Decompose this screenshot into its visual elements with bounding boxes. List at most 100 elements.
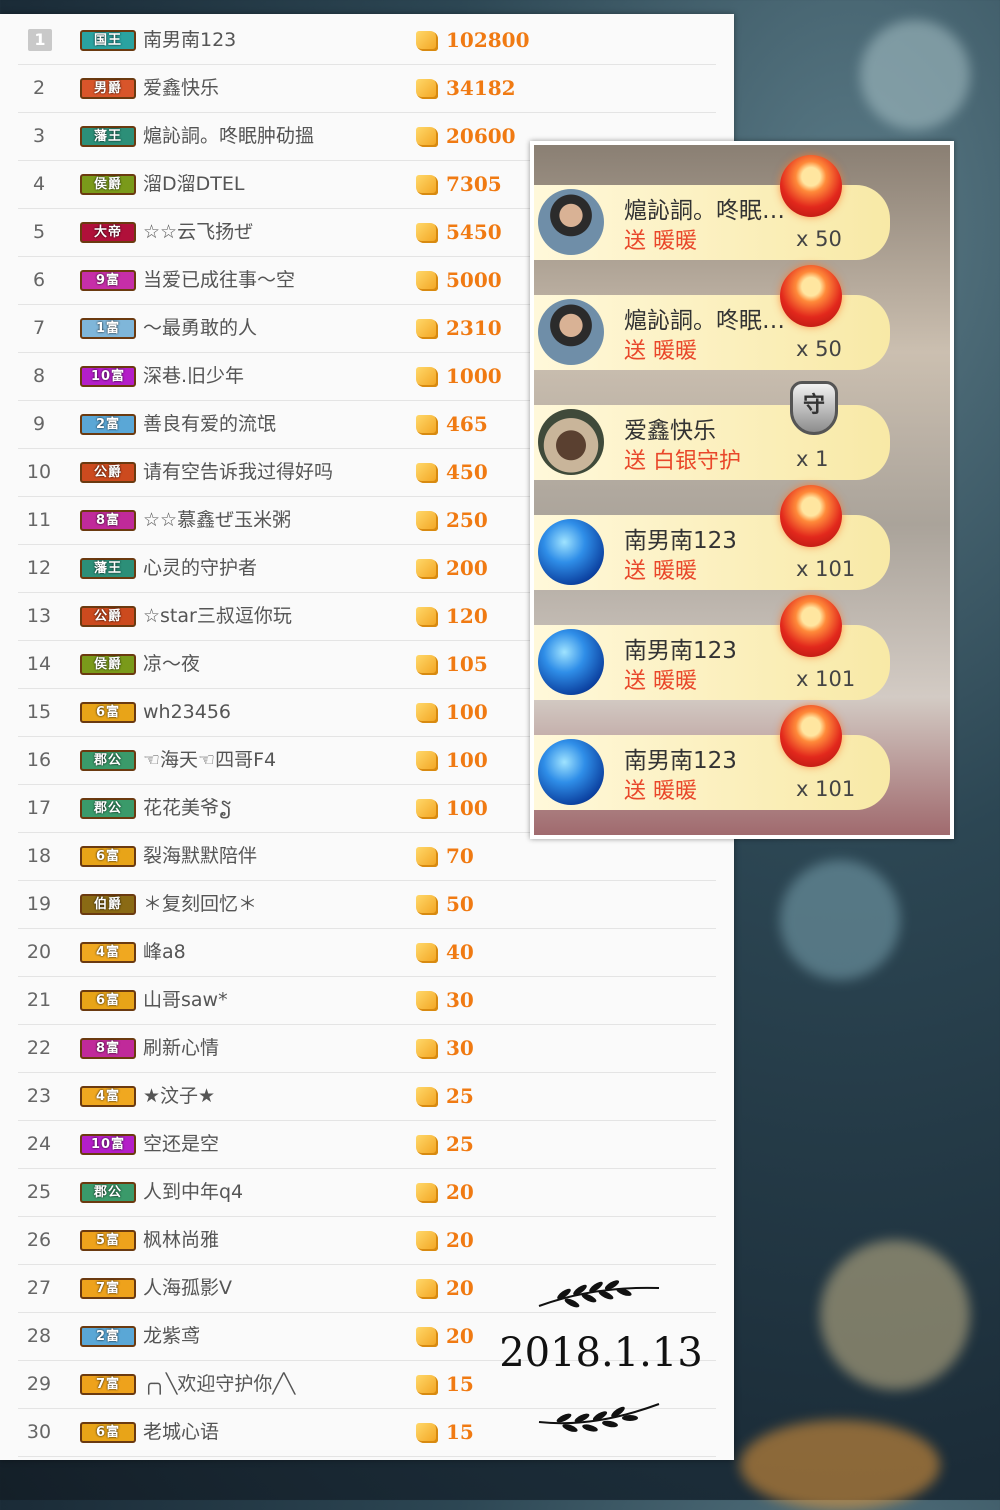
coin-icon <box>416 1087 438 1107</box>
user-name[interactable]: 龙紫鸢 <box>143 1313 200 1360</box>
ranking-row[interactable]: 24 10富 空还是空 25 <box>18 1121 716 1169</box>
user-name[interactable]: ╭╮╲欢迎守护你╱╲ <box>143 1361 295 1408</box>
coin-icon <box>416 655 438 675</box>
rank-number: 25 <box>26 1181 52 1203</box>
rank-number: 18 <box>26 845 52 867</box>
level-badge: 6富 <box>80 702 136 723</box>
rank-number: 11 <box>26 509 52 531</box>
user-name[interactable]: 空还是空 <box>143 1121 219 1168</box>
user-name[interactable]: wh23456 <box>143 689 231 736</box>
user-name[interactable]: 溜D溜DTEL <box>143 161 244 208</box>
user-name[interactable]: 当爱已成往事～空 <box>143 257 295 304</box>
contribution-amount: 1000 <box>446 364 502 388</box>
user-name[interactable]: 心灵的守护者 <box>143 545 257 592</box>
rank-number: 19 <box>26 893 52 915</box>
user-name[interactable]: ☆☆云飞扬ぜ <box>143 209 253 256</box>
date-text: 2018.1.13 <box>499 1330 703 1376</box>
candle-icon <box>780 705 842 767</box>
sender-name: 南男南123 <box>624 638 737 664</box>
user-name[interactable]: ☆☆慕鑫ぜ玉米粥 <box>143 497 291 544</box>
coin-icon <box>416 751 438 771</box>
shield-icon: 守 <box>790 381 838 435</box>
person-avatar[interactable] <box>538 299 604 365</box>
rank-number: 5 <box>32 221 46 243</box>
rank-number: 22 <box>26 1037 52 1059</box>
candle-icon <box>780 485 842 547</box>
gift-action: 送 暖暖 <box>624 559 697 584</box>
ranking-row[interactable]: 2 男爵 爱鑫快乐 34182 <box>18 65 716 113</box>
globe-avatar[interactable] <box>538 629 604 695</box>
user-name[interactable]: 善良有爱的流氓 <box>143 401 276 448</box>
gift-message: 南男南123 送 暖暖 x 101 <box>534 595 890 700</box>
ranking-row[interactable]: 25 郡公 人到中年q4 20 <box>18 1169 716 1217</box>
rank-number: 21 <box>26 989 52 1011</box>
contribution-amount: 20 <box>446 1228 474 1252</box>
sender-name: 南男南123 <box>624 748 737 774</box>
user-name[interactable]: 刷新心情 <box>143 1025 219 1072</box>
coin-icon <box>416 1375 438 1395</box>
coin-icon <box>416 703 438 723</box>
coin-icon <box>416 559 438 579</box>
level-badge: 郡公 <box>80 750 136 771</box>
user-name[interactable]: 爱鑫快乐 <box>143 65 219 112</box>
coin-icon <box>416 175 438 195</box>
level-badge: 4富 <box>80 1086 136 1107</box>
ranking-row[interactable]: 23 4富 ★汶子★ 25 <box>18 1073 716 1121</box>
user-name[interactable]: 峰a8 <box>143 929 186 976</box>
level-badge: 5富 <box>80 1230 136 1251</box>
contribution-amount: 105 <box>446 652 488 676</box>
rank-number: 23 <box>26 1085 52 1107</box>
rank-number: 13 <box>26 605 52 627</box>
user-name[interactable]: 枫林尚雅 <box>143 1217 219 1264</box>
ranking-row[interactable]: 19 伯爵 ＊复刻回忆＊ 50 <box>18 881 716 929</box>
globe-avatar[interactable] <box>538 519 604 585</box>
contribution-amount: 100 <box>446 748 488 772</box>
ranking-row[interactable]: 1 国王 南男南123 102800 <box>18 17 716 65</box>
coin-icon <box>416 511 438 531</box>
user-name[interactable]: ☜海天☜四哥F4 <box>143 737 276 784</box>
candle-icon <box>780 265 842 327</box>
user-name[interactable]: 裂海默默陪伴 <box>143 833 257 880</box>
ranking-row[interactable]: 18 6富 裂海默默陪伴 70 <box>18 833 716 881</box>
user-name[interactable]: ～最勇敢的人 <box>143 305 257 352</box>
level-badge: 藩王 <box>80 126 136 147</box>
user-name[interactable]: 老城心语 <box>143 1409 219 1456</box>
level-badge: 1富 <box>80 318 136 339</box>
user-name[interactable]: ★汶子★ <box>143 1073 215 1120</box>
laurel-sprig-icon <box>538 1403 660 1432</box>
ranking-row[interactable]: 20 4富 峰a8 40 <box>18 929 716 977</box>
level-badge: 6富 <box>80 846 136 867</box>
user-name[interactable]: 南男南123 <box>143 17 236 64</box>
user-name[interactable]: 山哥saw* <box>143 977 228 1024</box>
user-name[interactable]: 花花美爷ຽ <box>143 785 232 832</box>
ranking-row[interactable]: 26 5富 枫林尚雅 20 <box>18 1217 716 1265</box>
user-name[interactable]: 凉～夜 <box>143 641 200 688</box>
user-name[interactable]: 人到中年q4 <box>143 1169 243 1216</box>
coin-icon <box>416 271 438 291</box>
coin-icon <box>416 895 438 915</box>
gift-feed-panel: 熩訫詷。咚眠… 送 暖暖 x 50 熩訫詷。咚眠… 送 暖暖 x 50 爱鑫快乐送 白银守护… <box>530 141 954 839</box>
user-name[interactable]: 熩訫詷。咚眠肿劯搵 <box>143 113 314 160</box>
rank-number: 24 <box>26 1133 52 1155</box>
level-badge: 侯爵 <box>80 174 136 195</box>
globe-avatar[interactable] <box>538 739 604 805</box>
level-badge: 7富 <box>80 1278 136 1299</box>
coin-icon <box>416 1327 438 1347</box>
background-bokeh <box>820 1240 970 1390</box>
ranking-row[interactable]: 22 8富 刷新心情 30 <box>18 1025 716 1073</box>
gift-action: 送 暖暖 <box>624 779 697 804</box>
person-avatar[interactable] <box>538 189 604 255</box>
user-name[interactable]: 深巷.旧少年 <box>143 353 244 400</box>
user-name[interactable]: 请有空告诉我过得好吗 <box>143 449 333 496</box>
user-name[interactable]: ＊复刻回忆＊ <box>143 881 257 928</box>
ranking-row[interactable]: 21 6富 山哥saw* 30 <box>18 977 716 1025</box>
building-avatar[interactable] <box>538 409 604 475</box>
coin-icon <box>416 1135 438 1155</box>
user-name[interactable]: 人海孤影V <box>143 1265 232 1312</box>
gift-action: 送 白银守护 <box>624 449 741 474</box>
user-name[interactable]: ☆star三叔逗你玩 <box>143 593 292 640</box>
background-bokeh <box>860 20 970 130</box>
contribution-amount: 7305 <box>446 172 502 196</box>
sender-name: 南男南123 <box>624 528 737 554</box>
coin-icon <box>416 319 438 339</box>
